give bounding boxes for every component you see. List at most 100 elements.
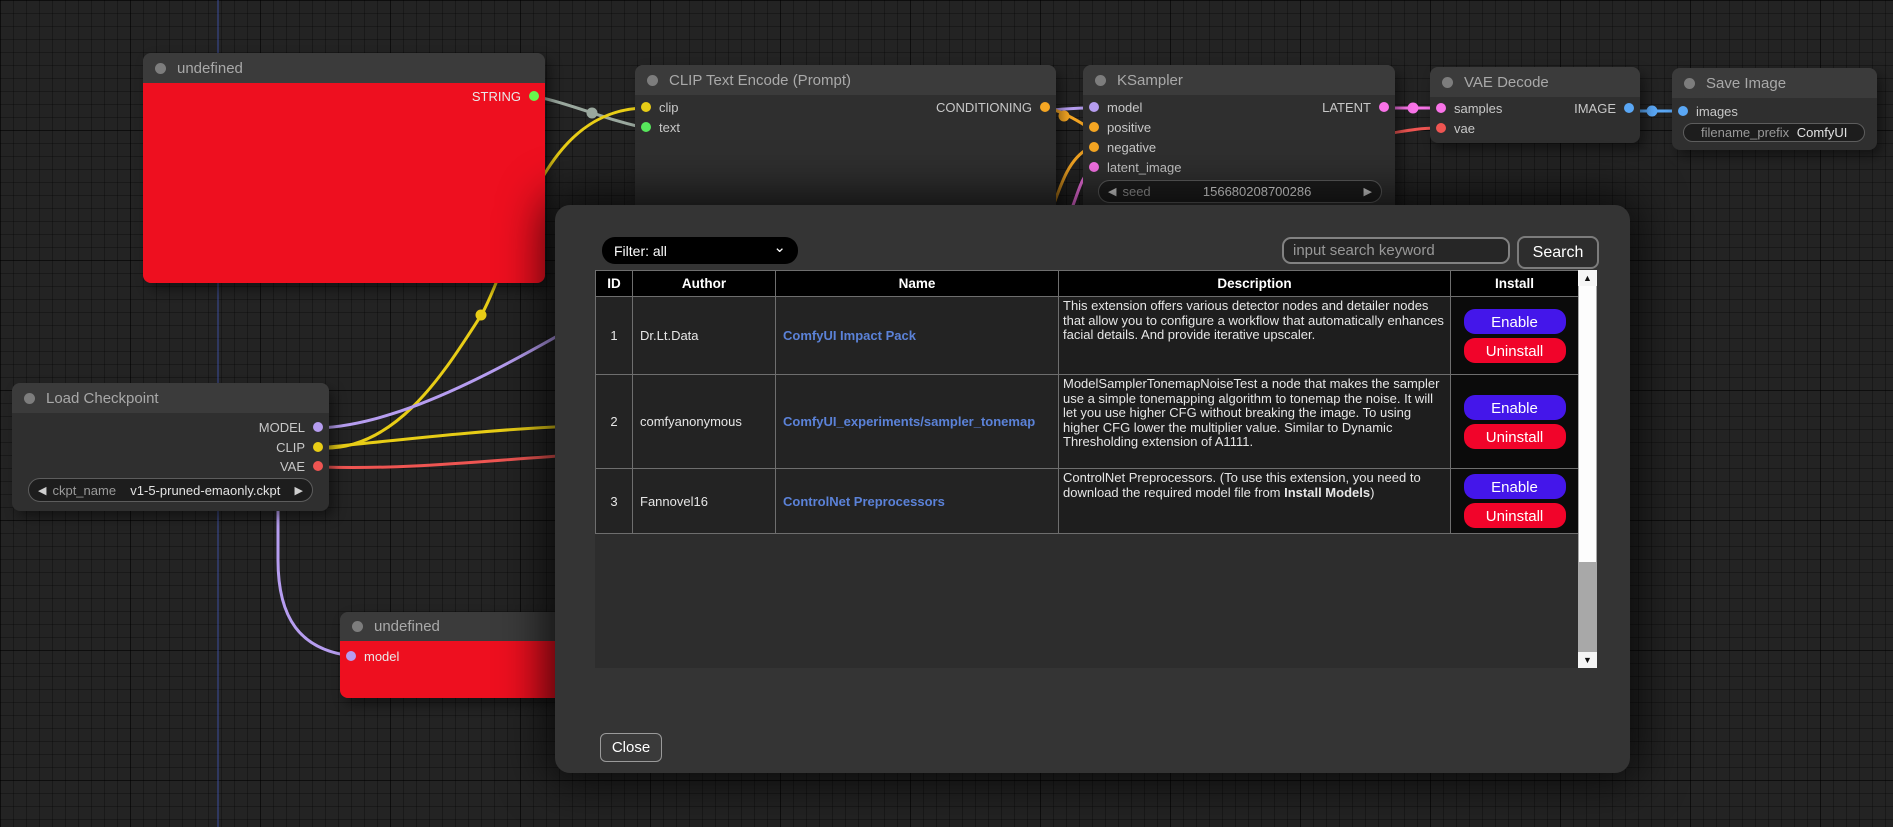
node-title: Load Checkpoint [46,390,159,407]
extension-link[interactable]: ControlNet Preprocessors [783,494,945,509]
search-input[interactable] [1282,237,1510,264]
uninstall-button[interactable]: Uninstall [1464,503,1566,528]
port-dot[interactable] [641,102,651,112]
node-collapse-dot[interactable] [1684,78,1695,89]
cell-author: Fannovel16 [633,469,776,534]
scroll-up-icon[interactable]: ▲ [1578,270,1597,286]
table-scrollbar[interactable]: ▲ ▼ [1578,270,1597,668]
port-dot[interactable] [313,422,323,432]
node-title-bar[interactable]: Save Image [1672,68,1877,98]
node-collapse-dot[interactable] [1442,77,1453,88]
close-button-label: Close [612,739,650,756]
node-undefined-top[interactable]: undefined STRING [143,53,545,283]
description-text: This extension offers various detector n… [1063,298,1444,342]
output-port-conditioning[interactable]: CONDITIONING [936,98,1050,116]
filter-dropdown[interactable]: Filter: all ⌄ [602,237,798,264]
widget-label: ckpt_name [52,483,116,498]
col-header-id: ID [596,271,633,297]
wire-midpoint-dot [476,310,487,321]
input-port-vae[interactable]: vae [1436,119,1475,137]
ckpt-name-widget[interactable]: ◀ ckpt_name v1-5-pruned-emaonly.ckpt ▶ [28,478,313,502]
node-collapse-dot[interactable] [352,621,363,632]
chevron-down-icon: ⌄ [773,243,786,253]
output-port-vae[interactable]: VAE [280,457,323,475]
enable-button[interactable]: Enable [1464,474,1566,499]
description-text: ModelSamplerTonemapNoiseTest a node that… [1063,376,1439,449]
close-button[interactable]: Close [600,733,662,762]
port-dot[interactable] [1089,162,1099,172]
cell-description: ControlNet Preprocessors. (To use this e… [1059,469,1451,534]
input-port-negative[interactable]: negative [1089,138,1156,156]
col-header-install: Install [1451,271,1579,297]
port-dot[interactable] [1089,102,1099,112]
scrollbar-thumb[interactable] [1579,286,1596,562]
uninstall-button[interactable]: Uninstall [1464,424,1566,449]
cell-id: 1 [596,297,633,375]
port-dot[interactable] [1436,123,1446,133]
output-port-clip[interactable]: CLIP [276,438,323,456]
node-load-checkpoint[interactable]: Load Checkpoint MODEL CLIP VAE ◀ ckpt_na… [12,383,329,511]
enable-button[interactable]: Enable [1464,395,1566,420]
output-port-latent[interactable]: LATENT [1322,98,1389,116]
decrement-arrow-icon[interactable]: ◀ [1108,185,1116,198]
port-dot[interactable] [1089,142,1099,152]
input-port-latent-image[interactable]: latent_image [1089,158,1181,176]
node-collapse-dot[interactable] [647,75,658,86]
port-dot[interactable] [641,122,651,132]
increment-arrow-icon[interactable]: ▶ [295,484,303,497]
port-dot[interactable] [313,461,323,471]
node-title: KSampler [1117,72,1183,89]
node-title-bar[interactable]: VAE Decode [1430,67,1640,97]
port-dot[interactable] [1436,103,1446,113]
port-dot[interactable] [1040,102,1050,112]
node-collapse-dot[interactable] [24,393,35,404]
port-dot[interactable] [1089,122,1099,132]
increment-arrow-icon[interactable]: ▶ [1364,185,1372,198]
node-title-bar[interactable]: KSampler [1083,65,1395,95]
port-dot[interactable] [1624,103,1634,113]
node-save-image[interactable]: Save Image images filename_prefix ComfyU… [1672,68,1877,150]
node-body: STRING [143,83,545,283]
input-port-positive[interactable]: positive [1089,118,1151,136]
port-dot[interactable] [346,651,356,661]
input-port-model[interactable]: model [346,647,399,665]
uninstall-button[interactable]: Uninstall [1464,338,1566,363]
wire-string-to-text[interactable] [538,97,646,128]
port-dot[interactable] [1678,106,1688,116]
port-dot[interactable] [313,442,323,452]
input-port-samples[interactable]: samples [1436,99,1502,117]
wire-midpoint-dot [1408,103,1419,114]
cell-author: comfyanonymous [633,375,776,469]
search-button[interactable]: Search [1517,236,1599,269]
node-clip-text-encode[interactable]: CLIP Text Encode (Prompt) clip text COND… [635,65,1056,215]
node-title-bar[interactable]: undefined [143,53,545,83]
wire-clip-to-hidden[interactable] [320,426,575,448]
output-port-string[interactable]: STRING [472,87,539,105]
input-port-text[interactable]: text [641,118,680,136]
seed-widget[interactable]: ◀ seed 156680208700286 ▶ [1098,180,1382,203]
port-dot[interactable] [529,91,539,101]
enable-button[interactable]: Enable [1464,309,1566,334]
node-collapse-dot[interactable] [1095,75,1106,86]
col-header-description: Description [1059,271,1451,297]
node-vae-decode[interactable]: VAE Decode samples vae IMAGE [1430,67,1640,143]
filename-prefix-widget[interactable]: filename_prefix ComfyUI [1683,123,1865,142]
cell-id: 3 [596,469,633,534]
scroll-down-icon[interactable]: ▼ [1578,652,1597,668]
node-title-bar[interactable]: CLIP Text Encode (Prompt) [635,65,1056,95]
output-port-image[interactable]: IMAGE [1574,99,1634,117]
extension-manager-dialog: Filter: all ⌄ Search ID Author Name Desc… [555,205,1630,773]
input-port-images[interactable]: images [1678,102,1738,120]
wire-vae-left[interactable] [320,455,575,468]
node-collapse-dot[interactable] [155,63,166,74]
input-port-clip[interactable]: clip [641,98,679,116]
extension-link[interactable]: ComfyUI_experiments/sampler_tonemap [783,414,1035,429]
node-title-bar[interactable]: Load Checkpoint [12,383,329,413]
port-dot[interactable] [1379,102,1389,112]
extension-link[interactable]: ComfyUI Impact Pack [783,328,916,343]
node-ksampler[interactable]: KSampler model positive negative latent_… [1083,65,1395,215]
input-port-model[interactable]: model [1089,98,1142,116]
output-port-model[interactable]: MODEL [259,418,323,436]
cell-description: ModelSamplerTonemapNoiseTest a node that… [1059,375,1451,469]
decrement-arrow-icon[interactable]: ◀ [38,484,46,497]
